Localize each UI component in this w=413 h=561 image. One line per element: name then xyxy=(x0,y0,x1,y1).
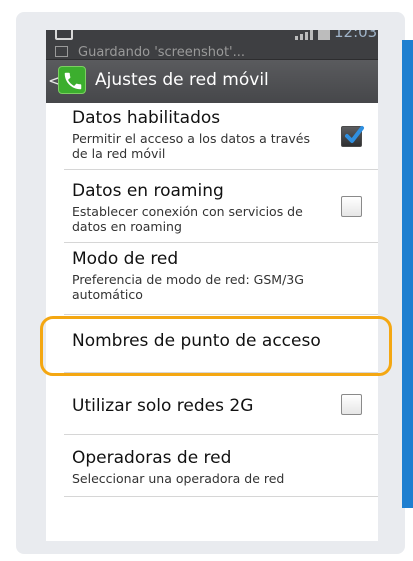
setting-summary: Seleccionar una operadora de red xyxy=(72,471,285,486)
setting-title: Utilizar solo redes 2G xyxy=(72,396,254,416)
data-enabled-checkbox[interactable] xyxy=(341,126,364,147)
action-bar: < Ajustes de red móvil xyxy=(46,59,378,103)
setting-network-mode[interactable]: Modo de red Preferencia de modo de red: … xyxy=(72,249,378,302)
setting-title: Operadoras de red xyxy=(72,448,232,468)
setting-summary: Preferencia de modo de red: GSM/3G autom… xyxy=(72,272,304,302)
page-title: Ajustes de red móvil xyxy=(95,70,269,90)
setting-title: Datos en roaming xyxy=(72,181,224,201)
data-roaming-checkbox[interactable] xyxy=(341,196,362,217)
signal-icon xyxy=(295,30,313,40)
divider xyxy=(64,434,378,435)
setting-2g-only[interactable]: Utilizar solo redes 2G xyxy=(72,396,378,416)
notification: Guardando 'screenshot'... xyxy=(55,45,245,59)
setting-title: Modo de red xyxy=(72,249,179,269)
2g-only-checkbox[interactable] xyxy=(341,394,362,415)
side-accent-bar xyxy=(402,40,413,508)
divider xyxy=(64,169,378,170)
setting-title: Datos habilitados xyxy=(72,108,221,128)
setting-summary: Permitir el acceso a los datos a través … xyxy=(72,131,311,161)
status-clock: 12:03 xyxy=(334,30,378,41)
notification-icon xyxy=(55,46,68,57)
notification-text: Guardando 'screenshot'... xyxy=(78,45,246,59)
highlight-annotation xyxy=(40,316,392,376)
battery-icon xyxy=(318,30,330,40)
phone-screen: Guardando 'screenshot'... 12:03 < Ajuste… xyxy=(46,30,378,541)
setting-data-roaming[interactable]: Datos en roaming Establecer conexión con… xyxy=(72,181,378,234)
checkmark-icon xyxy=(345,126,364,143)
divider xyxy=(64,496,378,497)
phone-settings-icon[interactable] xyxy=(58,66,86,94)
setting-data-enabled[interactable]: Datos habilitados Permitir el acceso a l… xyxy=(72,108,378,161)
status-bar: Guardando 'screenshot'... 12:03 xyxy=(46,30,378,59)
divider xyxy=(64,314,378,315)
divider xyxy=(64,242,378,243)
setting-network-operators[interactable]: Operadoras de red Seleccionar una operad… xyxy=(72,448,378,486)
setting-summary: Establecer conexión con servicios de dat… xyxy=(72,204,303,234)
screenshot-icon xyxy=(55,30,73,40)
